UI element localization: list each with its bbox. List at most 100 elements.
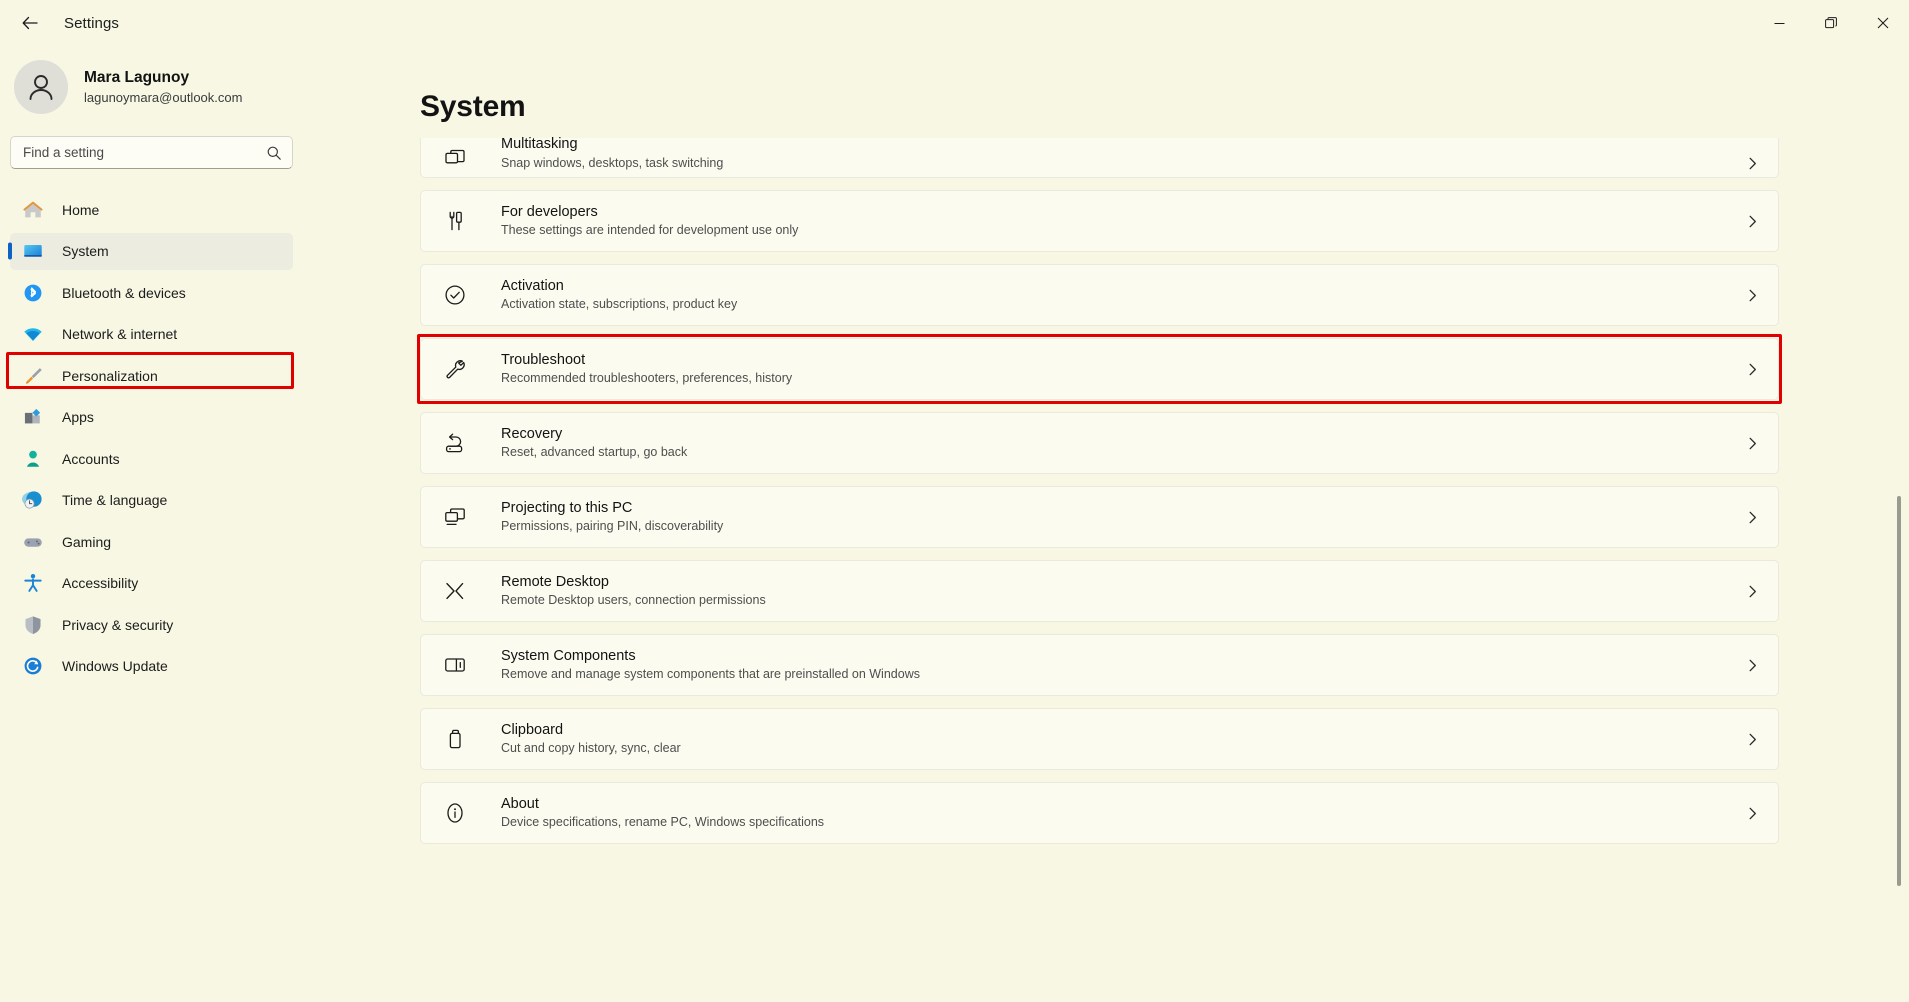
settings-row-remote-desktop[interactable]: Remote Desktop Remote Desktop users, con…: [420, 560, 1779, 622]
shield-icon: [25, 615, 41, 634]
sidebar: Mara Lagunoy lagunoymara@outlook.com Fin…: [0, 46, 320, 1002]
search-box[interactable]: [10, 136, 293, 169]
main-content: System Multitasking Snap windows, deskto…: [320, 46, 1909, 1002]
sidebar-item-accessibility[interactable]: Accessibility: [10, 565, 293, 602]
avatar: [14, 60, 68, 114]
settings-row-system-components[interactable]: System Components Remove and manage syst…: [420, 634, 1779, 696]
clipboard-icon: [449, 729, 461, 749]
settings-row-subtitle: Activation state, subscriptions, product…: [501, 297, 738, 312]
projecting-screens-icon: [445, 508, 465, 526]
app-title: Settings: [64, 14, 119, 32]
settings-row-clipboard[interactable]: Clipboard Cut and copy history, sync, cl…: [420, 708, 1779, 770]
window-controls: [1753, 0, 1909, 46]
restore-icon: [1825, 17, 1837, 29]
wrench-icon: [446, 360, 465, 379]
sidebar-item-home[interactable]: Home: [10, 191, 293, 228]
settings-row-subtitle: Device specifications, rename PC, Window…: [501, 815, 825, 830]
accessibility-person-icon: [24, 574, 42, 592]
back-arrow-icon: [22, 16, 38, 30]
multitasking-windows-icon: [445, 149, 465, 164]
settings-row-subtitle: Snap windows, desktops, task switching: [501, 155, 724, 170]
sidebar-item-label: Accounts: [62, 450, 120, 467]
sidebar-item-privacy-security[interactable]: Privacy & security: [10, 606, 293, 643]
sidebar-item-gaming[interactable]: Gaming: [10, 523, 293, 560]
chevron-right-icon: [1749, 437, 1756, 449]
sidebar-item-network-internet[interactable]: Network & internet: [10, 316, 293, 353]
settings-row-subtitle: Permissions, pairing PIN, discoverabilit…: [501, 519, 724, 534]
settings-row-multitasking[interactable]: Multitasking Snap windows, desktops, tas…: [420, 136, 1779, 178]
person-avatar-icon: [29, 75, 53, 100]
sidebar-item-label: Windows Update: [62, 658, 168, 674]
scrollbar-thumb[interactable]: [1897, 496, 1901, 886]
settings-row-title: Activation: [501, 277, 564, 294]
settings-row-title: About: [501, 795, 539, 812]
maximize-button[interactable]: [1805, 0, 1857, 46]
search-container: [0, 124, 302, 169]
chevron-right-icon: [1749, 807, 1756, 819]
account-tile[interactable]: Mara Lagunoy lagunoymara@outlook.com: [0, 50, 302, 124]
account-person-icon: [26, 450, 40, 467]
paintbrush-icon: [26, 367, 42, 384]
sidebar-item-windows-update[interactable]: Windows Update: [10, 648, 293, 685]
settings-row-subtitle: Reset, advanced startup, go back: [501, 445, 688, 460]
sidebar-item-bluetooth-devices[interactable]: Bluetooth & devices: [10, 274, 293, 311]
settings-row-title: Clipboard: [501, 721, 564, 738]
chevron-right-icon: [1749, 585, 1756, 597]
sidebar-item-label: Accessibility: [62, 575, 139, 591]
sidebar-item-label: Privacy & security: [62, 616, 174, 633]
sidebar-item-system[interactable]: System: [10, 232, 293, 270]
sidebar-item-accounts[interactable]: Accounts: [10, 440, 293, 477]
minimize-button[interactable]: [1753, 0, 1805, 46]
sidebar-item-label: Home: [62, 201, 100, 218]
sidebar-item-personalization[interactable]: Personalization: [10, 357, 293, 394]
home-icon: [23, 201, 43, 217]
chevron-right-icon: [1749, 659, 1756, 671]
recovery-arrow-icon: [445, 433, 463, 453]
checkmark-circle-icon: [445, 285, 465, 305]
sidebar-item-label: Bluetooth & devices: [62, 284, 186, 301]
account-email: lagunoymara@outlook.com: [84, 89, 243, 105]
settings-row-projecting-to-this-pc[interactable]: Projecting to this PC Permissions, pairi…: [420, 486, 1779, 548]
settings-row-subtitle: Cut and copy history, sync, clear: [501, 741, 681, 756]
account-name: Mara Lagunoy: [84, 69, 190, 87]
settings-row-title: Remote Desktop: [501, 573, 609, 590]
settings-row-subtitle: These settings are intended for developm…: [501, 223, 799, 238]
settings-row-troubleshoot[interactable]: Troubleshoot Recommended troubleshooters…: [417, 334, 1782, 404]
sidebar-item-apps[interactable]: Apps: [10, 399, 293, 436]
settings-row-recovery[interactable]: Recovery Reset, advanced startup, go bac…: [420, 412, 1779, 474]
scrollbar-track[interactable]: [1897, 196, 1901, 916]
apps-icon: [24, 408, 41, 424]
close-icon: [1877, 17, 1889, 29]
wifi-icon: [24, 328, 42, 341]
page-title: System: [420, 90, 526, 123]
close-button[interactable]: [1857, 0, 1909, 46]
chevron-right-icon: [1749, 511, 1756, 523]
remote-desktop-icon: [446, 582, 464, 600]
search-icon[interactable]: [266, 145, 282, 161]
title-bar: Settings: [0, 0, 1909, 46]
chevron-right-icon: [1749, 215, 1756, 227]
sidebar-item-label: System: [62, 243, 109, 259]
sidebar-item-time-language[interactable]: Time & language: [10, 482, 293, 519]
update-refresh-icon: [24, 657, 42, 675]
chevron-right-icon: [1749, 363, 1756, 375]
settings-row-activation[interactable]: Activation Activation state, subscriptio…: [420, 264, 1779, 326]
settings-row-about[interactable]: About Device specifications, rename PC, …: [420, 782, 1779, 844]
settings-list: Multitasking Snap windows, desktops, tas…: [417, 136, 1909, 844]
chevron-right-icon: [1749, 289, 1756, 301]
clock-globe-icon: [22, 491, 42, 509]
settings-row-for-developers[interactable]: For developers These settings are intend…: [420, 190, 1779, 252]
search-input[interactable]: [23, 145, 266, 160]
settings-window: Settings Mara Lagunoy lagunoymara@outloo…: [0, 0, 1909, 1002]
chevron-right-icon: [1749, 733, 1756, 745]
info-circle-icon: [447, 803, 463, 823]
settings-row-subtitle: Recommended troubleshooters, preferences…: [501, 371, 793, 386]
back-button[interactable]: [8, 6, 52, 40]
gamepad-icon: [24, 537, 42, 547]
developer-tools-icon: [449, 211, 462, 231]
system-monitor-icon: [24, 245, 42, 257]
sidebar-item-label: Time & language: [62, 492, 168, 508]
settings-row-title: Projecting to this PC: [501, 499, 633, 516]
settings-row-title: For developers: [501, 203, 598, 220]
sidebar-item-label: Network & internet: [62, 326, 178, 342]
